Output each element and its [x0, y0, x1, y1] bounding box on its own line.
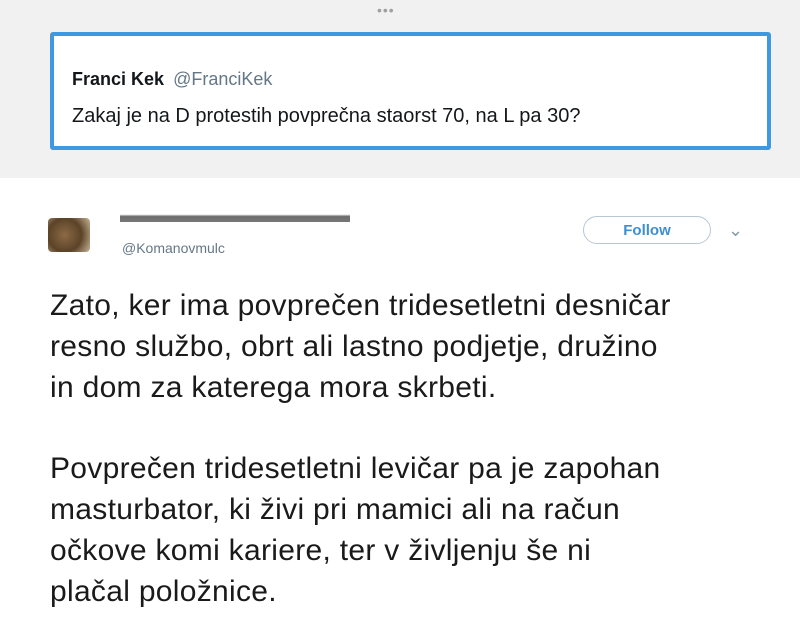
more-dots-icon[interactable]: •••: [377, 2, 395, 18]
quoted-tweet-panel: ••• Franci Kek @FranciKek Zakaj je na D …: [0, 0, 800, 178]
tweet-line: masturbator, ki živi pri mamici ali na r…: [50, 493, 621, 526]
tweet-line: očkove komi kariere, ter v življenju še …: [50, 534, 592, 567]
avatar[interactable]: [48, 218, 90, 252]
tweet-paragraph-1: Zato, ker ima povprečen tridesetletni de…: [50, 285, 671, 408]
quoted-tweet-card[interactable]: Franci Kek @FranciKek Zakaj je na D prot…: [50, 32, 771, 150]
tweet-line: plačal položnice.: [50, 575, 277, 608]
tweet-line: Povprečen tridesetletni levičar pa je za…: [50, 452, 661, 485]
tweet-line: Zato, ker ima povprečen tridesetletni de…: [50, 289, 671, 322]
reply-tweet: @Komanovmulc Follow ⌄ Zato, ker ima povp…: [0, 192, 800, 620]
author-name-cropped: [120, 208, 350, 222]
follow-button[interactable]: Follow: [583, 216, 711, 244]
author-handle[interactable]: @Komanovmulc: [122, 240, 225, 256]
quoted-author-handle[interactable]: @FranciKek: [173, 69, 272, 89]
tweet-line: resno službo, obrt ali lastno podjetje, …: [50, 330, 658, 363]
tweet-line: in dom za katerega mora skrbeti.: [50, 371, 497, 404]
quoted-tweet-header: Franci Kek @FranciKek: [72, 69, 272, 90]
quoted-author-name[interactable]: Franci Kek: [72, 69, 164, 89]
quoted-tweet-text: Zakaj je na D protestih povprečna staors…: [72, 105, 581, 127]
chevron-down-icon[interactable]: ⌄: [728, 220, 743, 241]
tweet-paragraph-2: Povprečen tridesetletni levičar pa je za…: [50, 448, 661, 612]
